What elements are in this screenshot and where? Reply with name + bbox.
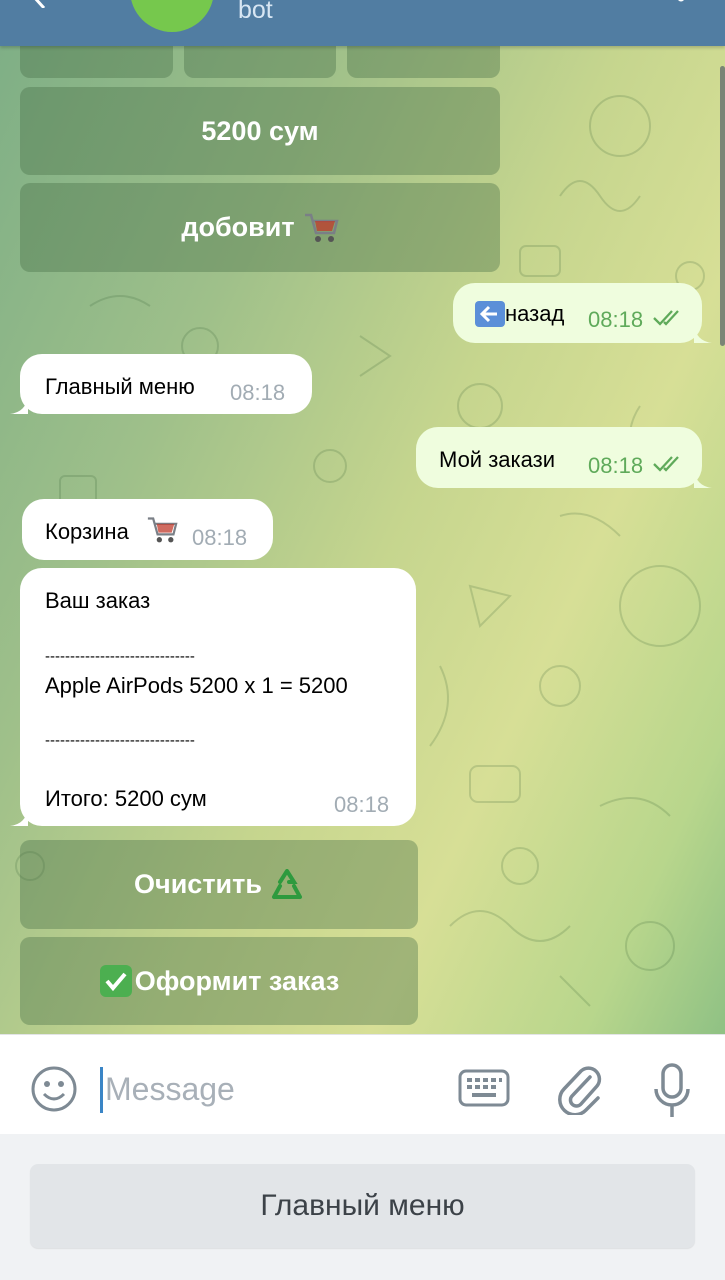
attachment-icon[interactable]: [556, 1063, 604, 1115]
message-time: 08:18: [588, 307, 644, 332]
text-caret: [100, 1067, 103, 1113]
order-total: Итого: 5200 сум: [45, 786, 207, 811]
checkout-label: Оформит заказ: [134, 965, 340, 996]
bubble-tail: [10, 396, 28, 414]
main-menu-button[interactable]: Главный меню: [30, 1164, 695, 1248]
back-arrow-icon[interactable]: [30, 0, 52, 8]
recycle-icon: [270, 868, 304, 901]
message-time: 08:18: [192, 525, 248, 550]
checkout-button[interactable]: Оформит заказ: [20, 937, 418, 1025]
chat-area: 5200 сум добовит назад 08:18 Главный мен…: [0, 46, 725, 1034]
clear-cart-button[interactable]: Очистить: [20, 840, 418, 929]
inline-button-partial[interactable]: [184, 46, 336, 78]
bot-avatar[interactable]: [130, 0, 214, 32]
bot-keyboard-icon[interactable]: [458, 1067, 510, 1109]
message-back[interactable]: назад 08:18: [453, 283, 702, 343]
shopping-cart-icon: [303, 211, 339, 245]
bubble-tail: [694, 325, 712, 343]
shopping-cart-icon: [147, 517, 178, 543]
message-order-summary[interactable]: Ваш заказ ------------------------------…: [20, 568, 416, 826]
main-menu-button-label: Главный меню: [260, 1189, 465, 1222]
message-main-menu[interactable]: Главный меню 08:18: [20, 354, 312, 414]
emoji-icon[interactable]: [30, 1065, 78, 1113]
message-text: Мой закази: [439, 447, 556, 472]
message-text: Главный меню: [45, 374, 195, 399]
price-button[interactable]: 5200 сум: [20, 87, 500, 175]
message-time: 08:18: [230, 380, 286, 405]
bubble-tail: [10, 808, 28, 826]
message-cart[interactable]: Корзина 08:18: [22, 499, 273, 560]
message-text: Корзина: [45, 519, 129, 544]
order-separator: ------------------------------: [45, 732, 195, 749]
message-time: 08:18: [588, 453, 644, 478]
order-title: Ваш заказ: [45, 588, 151, 613]
check-mark-icon: [99, 964, 133, 998]
message-input[interactable]: [105, 1069, 425, 1109]
order-separator: ------------------------------: [45, 648, 195, 665]
order-item: Apple AirPods 5200 x 1 = 5200: [45, 673, 348, 698]
read-ticks-icon: [653, 310, 679, 326]
chat-scrollbar[interactable]: [720, 66, 725, 346]
chat-header: bot: [0, 0, 725, 46]
inline-button-partial[interactable]: [20, 46, 173, 78]
microphone-icon[interactable]: [652, 1063, 692, 1119]
clear-cart-label: Очистить: [134, 869, 262, 899]
message-my-orders[interactable]: Мой закази 08:18: [416, 427, 702, 488]
message-input-bar: [0, 1034, 725, 1134]
reply-keyboard: Главный меню: [0, 1134, 725, 1280]
bubble-tail: [694, 470, 712, 488]
more-options-icon[interactable]: [677, 0, 685, 4]
add-to-cart-button[interactable]: добовит: [20, 183, 500, 272]
price-button-label: 5200 сум: [201, 115, 319, 146]
message-time: 08:18: [334, 792, 390, 817]
add-to-cart-label: добовит: [181, 212, 295, 242]
read-ticks-icon: [653, 456, 679, 472]
chat-subtitle: bot: [238, 0, 273, 24]
back-arrow-emoji-icon: [475, 301, 505, 327]
inline-button-partial[interactable]: [347, 46, 500, 78]
message-text: назад: [505, 301, 565, 326]
